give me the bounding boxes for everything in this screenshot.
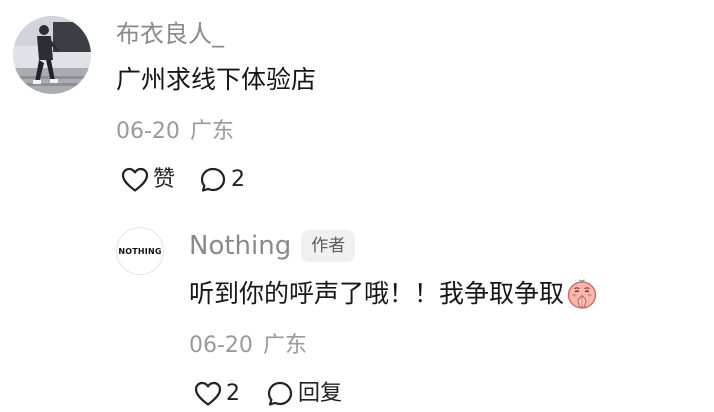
commenter-username[interactable]: 布衣良人_ <box>116 17 224 51</box>
reply-text-row: 听到你的呼声了哦！！我争取争取 <box>189 277 598 311</box>
comment-meta: 06-20 广东 <box>116 116 234 148</box>
reply-meta: 06-20 广东 <box>189 330 307 362</box>
heart-outline-icon <box>194 381 222 407</box>
reply-count-button[interactable]: 2 <box>199 165 245 195</box>
nothing-logo: NOTHING <box>118 246 162 256</box>
reply-actions: 2 回复 <box>194 377 342 411</box>
reply-like-button[interactable]: 2 <box>194 379 240 409</box>
reply-button[interactable]: 回复 <box>266 379 342 409</box>
comment-bubble-icon <box>266 380 294 408</box>
reply-location: 广东 <box>262 333 307 358</box>
runner-photo-icon <box>13 16 91 94</box>
author-badge: 作者 <box>301 230 356 262</box>
commenter-avatar[interactable] <box>13 16 91 94</box>
reply-like-count: 2 <box>226 381 240 406</box>
like-button[interactable]: 赞 <box>121 165 175 195</box>
praying-face-emoji-icon <box>566 278 598 310</box>
comment-text: 广州求线下体验店 <box>116 65 317 94</box>
reply-text: 听到你的呼声了哦！！我争取争取 <box>189 279 565 308</box>
reply-count: 2 <box>231 167 246 192</box>
author-avatar[interactable]: NOTHING <box>116 227 164 275</box>
comment-date: 06-20 <box>116 119 180 144</box>
reply-header: Nothing 作者 <box>189 228 356 264</box>
reply-date: 06-20 <box>189 333 253 358</box>
heart-outline-icon <box>121 167 149 193</box>
comment-actions: 赞 2 <box>121 163 245 197</box>
like-label: 赞 <box>153 167 176 192</box>
comment-location: 广东 <box>189 119 234 144</box>
reply-label: 回复 <box>298 381 343 406</box>
comment-bubble-icon <box>199 166 227 194</box>
reply-username[interactable]: Nothing <box>189 228 291 264</box>
